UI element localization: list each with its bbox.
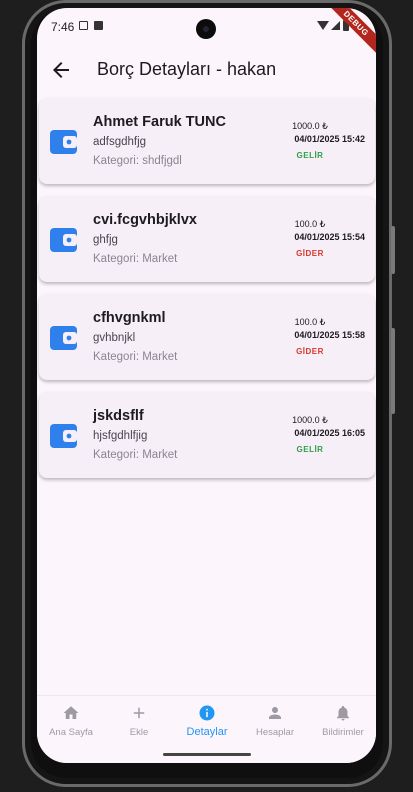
debt-amount: 100.0 ₺: [294, 219, 326, 229]
nav-item-details[interactable]: Detaylar: [173, 704, 241, 748]
back-button[interactable]: [49, 58, 73, 82]
nav-label: Bildirimler: [322, 727, 364, 738]
debt-card[interactable]: jskdsflf hjsfgdhlfjig Kategori: Market 1…: [39, 392, 375, 478]
status-bar: 7:46: [37, 8, 376, 44]
debt-name: Ahmet Faruk TUNC: [93, 114, 226, 130]
page-title: Borç Detayları - hakan: [97, 59, 277, 79]
nav-item-add[interactable]: Ekle: [105, 704, 173, 748]
debt-name: cvi.fcgvhbjklvx: [93, 212, 197, 228]
debt-type-badge: GİDER: [296, 249, 324, 258]
front-camera: [196, 19, 216, 39]
debt-card[interactable]: Ahmet Faruk TUNC adfsgdhfjg Kategori: sh…: [39, 98, 375, 184]
nav-label: Ana Sayfa: [49, 727, 93, 738]
debt-type-badge: GELİR: [296, 445, 324, 454]
wallet-icon: [50, 326, 77, 350]
volume-button: [391, 328, 395, 414]
debt-date: 04/01/2025 15:42: [294, 134, 365, 144]
home-icon: [63, 706, 79, 719]
debt-description: adfsgdhfjg: [93, 136, 147, 148]
debt-card[interactable]: cfhvgnkml gvhbnjkl Kategori: Market 100.…: [39, 294, 375, 380]
nav-label: Detaylar: [186, 726, 228, 738]
debt-type-badge: GELİR: [296, 151, 324, 160]
arrow-back-icon: [53, 62, 69, 78]
nav-item-accounts[interactable]: Hesaplar: [241, 704, 309, 748]
wallet-icon: [50, 424, 77, 448]
debt-category: Kategori: Market: [93, 449, 178, 461]
bell-icon: [337, 705, 349, 721]
debt-date: 04/01/2025 16:05: [294, 428, 365, 438]
sim-card-icon: [94, 21, 103, 30]
power-button: [391, 226, 395, 274]
debt-type-badge: GİDER: [296, 347, 324, 356]
debt-amount: 1000.0 ₺: [292, 121, 328, 131]
nav-label: Hesaplar: [255, 727, 295, 738]
add-icon: [133, 707, 145, 719]
debt-name: jskdsflf: [93, 408, 144, 424]
app-bar: Borç Detayları - hakan: [37, 48, 376, 92]
debt-description: ghfjg: [93, 234, 118, 246]
home-indicator[interactable]: [163, 753, 251, 756]
status-time: 7:46: [51, 20, 75, 34]
debt-description: hjsfgdhlfjig: [93, 430, 148, 442]
wifi-icon: [317, 21, 329, 30]
notification-icon: [79, 21, 88, 30]
nav-label: Ekle: [129, 727, 149, 738]
debt-category: Kategori: shdfjgdl: [93, 155, 182, 167]
debt-amount: 100.0 ₺: [294, 317, 326, 327]
debt-category: Kategori: Market: [93, 253, 178, 265]
debt-name: cfhvgnkml: [93, 310, 166, 326]
debt-date: 04/01/2025 15:54: [294, 232, 365, 242]
wallet-icon: [50, 228, 77, 252]
info-icon: [199, 705, 215, 721]
person-icon: [269, 707, 281, 719]
debt-card[interactable]: cvi.fcgvhbjklvx ghfjg Kategori: Market 1…: [39, 196, 375, 282]
debt-category: Kategori: Market: [93, 351, 178, 363]
wallet-icon: [50, 130, 77, 154]
signal-icon: [331, 21, 340, 30]
debt-description: gvhbnjkl: [93, 332, 136, 344]
debt-amount: 1000.0 ₺: [292, 415, 328, 425]
nav-item-home[interactable]: Ana Sayfa: [37, 704, 105, 748]
debt-date: 04/01/2025 15:58: [294, 330, 365, 340]
nav-item-notifications[interactable]: Bildirimler: [309, 704, 376, 748]
screen: 7:46 DEBUG Borç Detayları - hakan Ahmet …: [37, 8, 376, 763]
